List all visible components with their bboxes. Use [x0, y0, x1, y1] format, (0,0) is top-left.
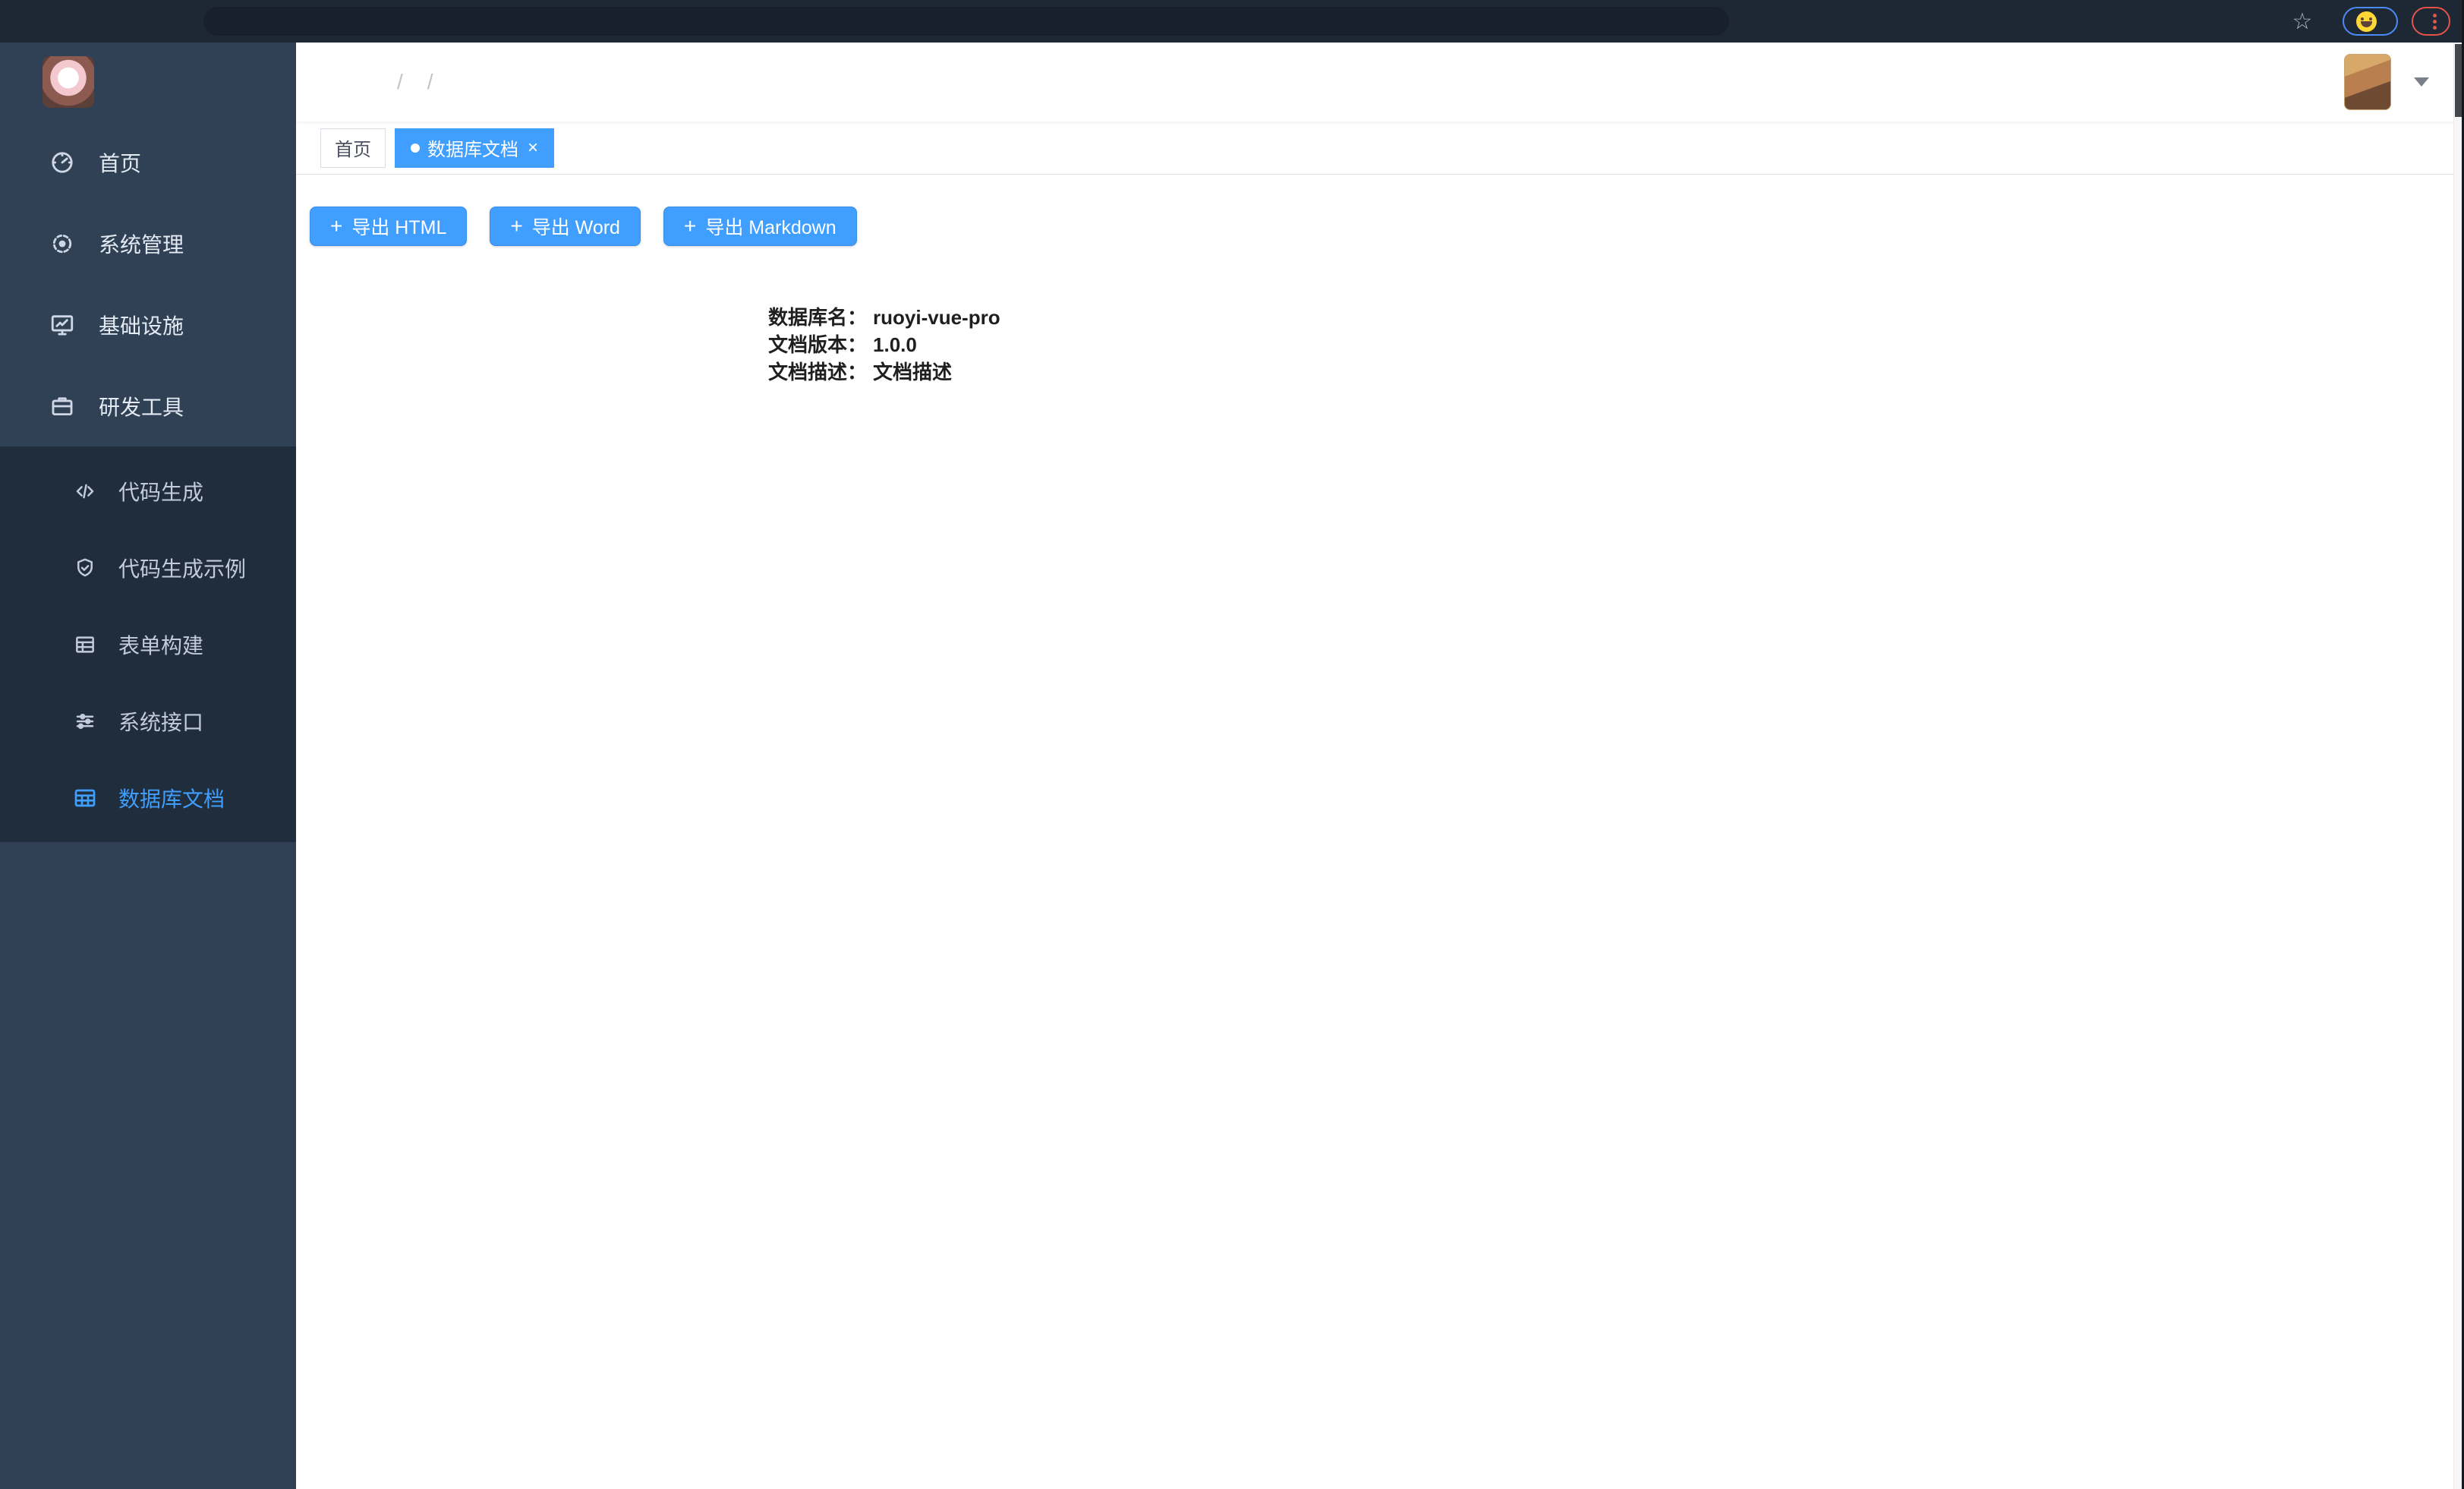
caret-down-icon[interactable] [2414, 77, 2429, 87]
profile-paused-pill[interactable] [2343, 7, 2398, 36]
breadcrumb [385, 70, 446, 94]
meta-line: 数据库名：ruoyi-vue-pro [768, 304, 2464, 331]
export-toolbar: + 导出 HTML + 导出 Word + 导出 Markdown [310, 207, 2464, 246]
sidebar-submenu-item[interactable]: 表单构建 [0, 606, 296, 683]
breadcrumb-item[interactable] [385, 70, 415, 94]
document-content: + 导出 HTML + 导出 Word + 导出 Markdown 数据库名：r… [296, 175, 2464, 1489]
page-tab[interactable]: 数据库文档 × [395, 128, 554, 168]
shield-check-icon [73, 556, 97, 580]
document-meta: 数据库名：ruoyi-vue-pro 文档版本：1.0.0 文档描述：文档描述 [768, 304, 2464, 386]
close-icon[interactable]: × [528, 139, 538, 157]
export-button[interactable]: + 导出 HTML [310, 207, 467, 246]
sidebar-submenu-item[interactable]: 数据库文档 [0, 759, 296, 836]
sidebar-menu-item[interactable]: 基础设施 [0, 284, 296, 365]
gear-icon [49, 230, 76, 257]
plus-icon: + [330, 214, 342, 238]
plus-icon: + [510, 214, 522, 238]
sidebar-menu-item[interactable]: 研发工具 [0, 365, 296, 446]
browser-update-button[interactable] [2412, 7, 2450, 36]
tab-bar: 首页 数据库文档 × [296, 121, 2464, 175]
sidebar-menu-item[interactable]: 系统管理 [0, 203, 296, 284]
sidebar: 首页 系统管理 基础设施 研发工具 代 [0, 43, 296, 1489]
window-scrollbar-thumb[interactable] [2455, 44, 2462, 117]
sliders-icon [73, 709, 97, 733]
key-icon[interactable] [2250, 8, 2276, 34]
star-icon[interactable]: ☆ [2289, 8, 2315, 34]
meta-line: 文档描述：文档描述 [768, 358, 2464, 386]
export-button[interactable]: + 导出 Word [490, 207, 641, 246]
meta-line: 文档版本：1.0.0 [768, 331, 2464, 358]
page-tab[interactable]: 首页 [320, 128, 386, 168]
sidebar-submenu-item[interactable]: 代码生成 [0, 453, 296, 529]
code-icon [73, 479, 97, 503]
table-grid-icon [73, 786, 97, 810]
sidebar-submenu-item[interactable]: 系统接口 [0, 683, 296, 759]
sidebar-submenu-item[interactable]: 代码生成示例 [0, 529, 296, 606]
user-avatar[interactable] [2344, 54, 2391, 110]
breadcrumb-item[interactable] [415, 70, 446, 94]
export-button[interactable]: + 导出 Markdown [663, 207, 857, 246]
address-bar[interactable] [203, 7, 1729, 36]
browser-toolbar: ☆ [2250, 7, 2450, 36]
app-logo-row [0, 43, 296, 121]
header-tools [2094, 54, 2429, 110]
briefcase-icon [49, 393, 76, 420]
dashboard-icon [49, 149, 76, 176]
monitor-icon [49, 311, 76, 339]
form-icon [73, 633, 97, 657]
emoji-avatar-icon [2356, 11, 2377, 32]
sidebar-menu-item[interactable]: 首页 [0, 121, 296, 203]
sidebar-collapse-icon[interactable] [321, 67, 351, 97]
browser-bar: ☆ [0, 0, 2464, 43]
window-scrollbar-track [2453, 43, 2462, 1489]
sidebar-submenu: 代码生成 代码生成示例 表单构建 系统接口 数据库文档 [0, 446, 296, 842]
sidebar-menu: 首页 系统管理 基础设施 研发工具 [0, 121, 296, 446]
browser-menu-icon[interactable] [2433, 14, 2437, 30]
plus-icon: + [684, 214, 696, 238]
active-dot-icon [411, 144, 420, 153]
app-logo-image [43, 56, 94, 108]
page-header [296, 43, 2464, 121]
browser-nav [17, 7, 187, 36]
